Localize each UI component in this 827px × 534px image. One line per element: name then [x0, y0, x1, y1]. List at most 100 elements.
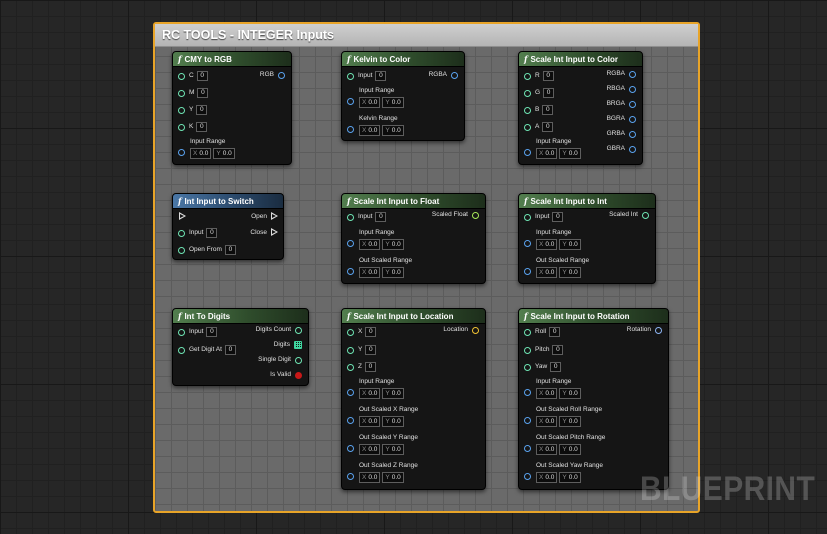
node-cmy-to-rgb[interactable]: f CMY to RGB C0 M0 Y0 K0 RGB Input Range … — [172, 51, 292, 165]
value-field[interactable]: 0 — [375, 71, 387, 81]
pin-input-range[interactable] — [347, 389, 354, 396]
value-field[interactable]: 0 — [552, 345, 564, 355]
pin-input[interactable]: Input 0 — [178, 228, 218, 238]
pin-y[interactable]: Y0 — [347, 345, 377, 355]
int-pin-icon[interactable] — [295, 326, 302, 334]
struct-pin-icon[interactable] — [347, 268, 354, 275]
range-y-field[interactable]: Y 0.0 — [559, 148, 581, 159]
range-x-field[interactable]: X 0.0 — [536, 444, 558, 455]
pin-is-valid-out[interactable]: Is Valid — [270, 371, 302, 379]
pin-get-digit-at[interactable]: Get Digit At 0 — [178, 345, 236, 355]
range-y-field[interactable]: Y 0.0 — [559, 472, 581, 483]
node-kelvin-to-color[interactable]: f Kelvin to Color Input 0 RGBA Input Range… — [341, 51, 465, 141]
struct-pin-icon[interactable] — [347, 389, 354, 396]
vector-pin-icon[interactable] — [472, 326, 479, 334]
value-field[interactable]: 0 — [375, 212, 387, 222]
range-y-field[interactable]: Y 0.0 — [559, 239, 581, 250]
pin-rgba-out[interactable]: RGBA — [607, 70, 636, 78]
float-pin-icon[interactable] — [472, 211, 479, 219]
int-pin-icon[interactable] — [178, 89, 185, 97]
pin-bgra-out[interactable]: BGRA — [607, 115, 636, 123]
pin-input-range[interactable] — [347, 98, 354, 105]
value-field[interactable]: 0 — [196, 71, 208, 81]
range-y-field[interactable]: Y 0.0 — [382, 125, 404, 136]
pin-b[interactable]: B0 — [524, 105, 554, 115]
int-pin-icon[interactable] — [178, 246, 185, 254]
pin-gbra-out[interactable]: GBRA — [607, 145, 636, 153]
struct-pin-icon[interactable] — [629, 115, 636, 123]
int-pin-icon[interactable] — [524, 363, 531, 371]
int-pin-icon[interactable] — [178, 229, 185, 237]
pin-rgba-out[interactable]: RGBA — [429, 71, 458, 79]
pin-a[interactable]: A0 — [524, 122, 554, 132]
pin-out-range[interactable] — [347, 268, 354, 275]
pin-m[interactable]: M0 — [178, 88, 209, 98]
struct-pin-icon[interactable] — [347, 240, 354, 247]
pin-z[interactable]: Z0 — [347, 362, 376, 372]
pin-digits-out[interactable]: Digits — [274, 341, 302, 349]
range-y-field[interactable]: Y 0.0 — [559, 444, 581, 455]
int-pin-icon[interactable] — [347, 213, 354, 221]
struct-pin-icon[interactable] — [524, 417, 531, 424]
exec-pin-icon[interactable] — [179, 212, 186, 221]
range-x-field[interactable]: X 0.0 — [359, 125, 381, 136]
value-field[interactable]: 0 — [552, 212, 564, 222]
range-x-field[interactable]: X 0.0 — [359, 97, 381, 108]
node-scale-int-to-int[interactable]: f Scale Int Input to Int Input 0 Scaled In… — [518, 193, 656, 284]
struct-pin-icon[interactable] — [524, 389, 531, 396]
node-scale-int-to-color[interactable]: f Scale Int Input to Color R0 G0 B0 A0 RG… — [518, 51, 643, 165]
node-header[interactable]: f Int To Digits — [173, 309, 308, 324]
range-y-field[interactable]: Y 0.0 — [559, 388, 581, 399]
exec-close-out[interactable]: Close — [250, 228, 278, 237]
array-pin-icon[interactable] — [294, 341, 302, 349]
range-x-field[interactable]: X 0.0 — [359, 267, 381, 278]
value-field[interactable]: 0 — [543, 88, 555, 98]
value-field[interactable]: 0 — [550, 362, 562, 372]
struct-pin-icon[interactable] — [629, 130, 636, 138]
value-field[interactable]: 0 — [549, 327, 561, 337]
pin-r[interactable]: R0 — [524, 71, 554, 81]
int-pin-icon[interactable] — [524, 213, 531, 221]
struct-pin-icon[interactable] — [524, 240, 531, 247]
value-field[interactable]: 0 — [196, 122, 208, 132]
range-y-field[interactable]: Y 0.0 — [382, 97, 404, 108]
node-scale-int-to-float[interactable]: f Scale Int Input to Float Input 0 Scaled … — [341, 193, 486, 284]
pin-location-out[interactable]: Location — [443, 326, 479, 334]
int-pin-icon[interactable] — [524, 328, 531, 336]
struct-pin-icon[interactable] — [347, 445, 354, 452]
pin-input-range[interactable] — [347, 240, 354, 247]
node-header[interactable]: f CMY to RGB — [173, 52, 291, 67]
range-y-field[interactable]: Y 0.0 — [559, 416, 581, 427]
value-field[interactable]: 0 — [542, 105, 554, 115]
pin-digits-count-out[interactable]: Digits Count — [256, 326, 302, 334]
pin-input-range[interactable] — [524, 389, 531, 396]
pin-input[interactable]: Input 0 — [178, 327, 218, 337]
int-pin-icon[interactable] — [524, 72, 531, 80]
pin-single-digit-out[interactable]: Single Digit — [258, 356, 302, 364]
struct-pin-icon[interactable] — [524, 445, 531, 452]
int-pin-icon[interactable] — [347, 363, 354, 371]
int-pin-icon[interactable] — [295, 356, 302, 364]
pin-open-from[interactable]: Open From 0 — [178, 245, 236, 255]
node-int-to-switch[interactable]: f Int Input to Switch Input 0 Open From 0 O… — [172, 193, 284, 260]
pin-input-range[interactable] — [524, 240, 531, 247]
pin-rbga-out[interactable]: RBGA — [607, 85, 636, 93]
pin-out-yaw-range[interactable] — [524, 473, 531, 480]
int-pin-icon[interactable] — [178, 106, 185, 114]
pin-brga-out[interactable]: BRGA — [607, 100, 636, 108]
value-field[interactable]: 0 — [365, 327, 377, 337]
pin-x[interactable]: X0 — [347, 327, 377, 337]
range-x-field[interactable]: X 0.0 — [359, 388, 381, 399]
pin-rotation-out[interactable]: Rotation — [627, 326, 662, 334]
int-pin-icon[interactable] — [178, 123, 185, 131]
range-y-field[interactable]: Y 0.0 — [382, 267, 404, 278]
struct-pin-icon[interactable] — [524, 268, 531, 275]
int-pin-icon[interactable] — [524, 106, 531, 114]
range-y-field[interactable]: Y 0.0 — [559, 267, 581, 278]
exec-pin-icon[interactable] — [271, 228, 278, 237]
pin-scaled-int-out[interactable]: Scaled Int — [609, 211, 649, 219]
range-y-field[interactable]: Y 0.0 — [382, 239, 404, 250]
struct-pin-icon[interactable] — [629, 85, 636, 93]
value-field[interactable]: 0 — [206, 327, 218, 337]
pin-yaw[interactable]: Yaw 0 — [524, 362, 562, 372]
